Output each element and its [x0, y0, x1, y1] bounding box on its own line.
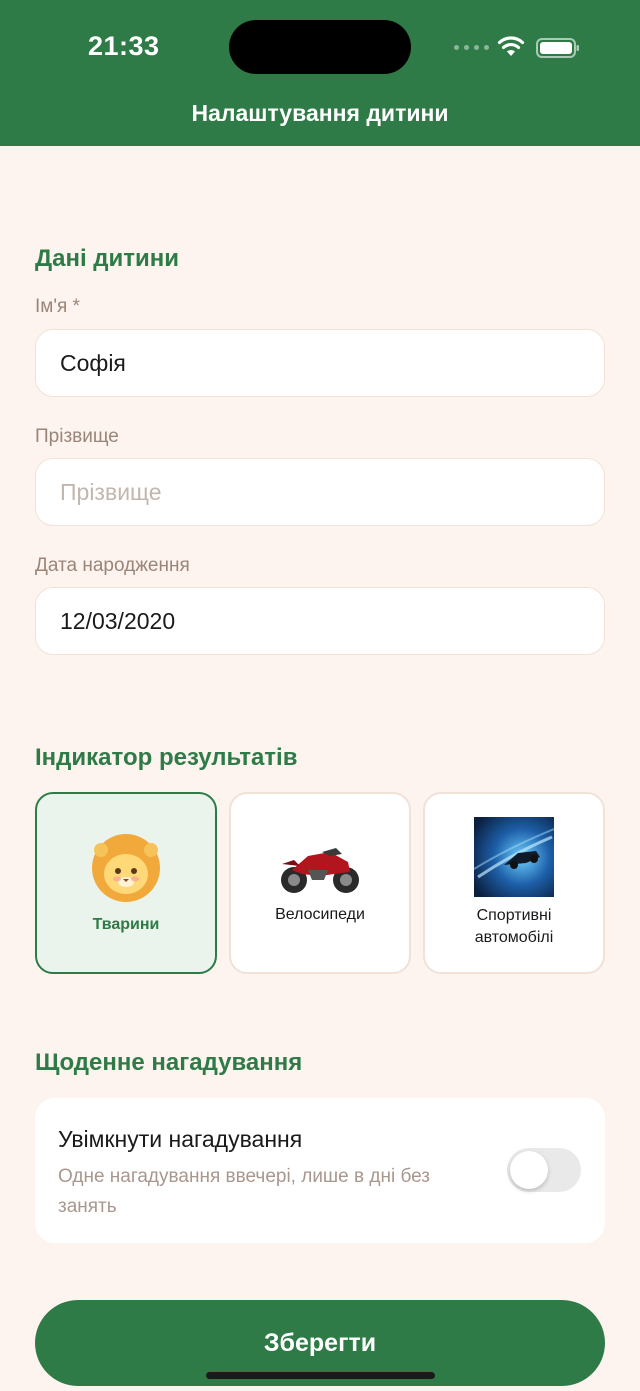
first-name-input[interactable]	[35, 329, 605, 397]
page-title: Налаштування дитини	[191, 100, 449, 126]
wifi-icon	[497, 36, 525, 56]
lion-icon	[92, 834, 160, 902]
header-bar: 21:33 Налаштування дитини	[0, 0, 640, 146]
section-child-data-title: Дані дитини	[35, 245, 180, 272]
cellular-signal-icon	[454, 45, 489, 50]
section-indicator-title: Індикатор результатів	[35, 744, 298, 771]
reminder-card: Увімкнути нагадування Одне нагадування в…	[35, 1098, 605, 1243]
birth-date-input[interactable]	[35, 587, 605, 655]
sports-car-icon	[474, 817, 554, 897]
reminder-description: Одне нагадування ввечері, лише в дні без…	[58, 1166, 431, 1217]
indicator-option-animals[interactable]: Тварини	[35, 792, 217, 974]
indicator-options: Тварини Велосипеди Спортивні автомобілі	[35, 792, 605, 974]
status-time: 21:33	[88, 31, 160, 61]
first-name-label: Ім'я *	[35, 296, 80, 317]
indicator-option-label: Велосипеди	[275, 906, 365, 923]
motorcycle-icon	[281, 848, 359, 893]
home-indicator	[206, 1372, 435, 1379]
battery-icon	[536, 38, 579, 58]
reminder-toggle[interactable]	[507, 1148, 581, 1192]
indicator-option-label: Тварини	[92, 916, 160, 933]
toggle-knob	[510, 1151, 548, 1189]
last-name-input[interactable]	[35, 458, 605, 526]
indicator-option-sports-cars[interactable]: Спортивні автомобілі	[423, 792, 605, 974]
indicator-option-bikes[interactable]: Велосипеди	[229, 792, 411, 974]
last-name-label: Прізвище	[35, 426, 119, 447]
dynamic-island	[229, 20, 411, 74]
section-reminder-title: Щоденне нагадування	[35, 1049, 303, 1076]
reminder-title: Увімкнути нагадування	[58, 1126, 303, 1152]
indicator-option-label: Спортивні автомобілі	[474, 907, 554, 946]
birth-date-label: Дата народження	[35, 555, 190, 576]
